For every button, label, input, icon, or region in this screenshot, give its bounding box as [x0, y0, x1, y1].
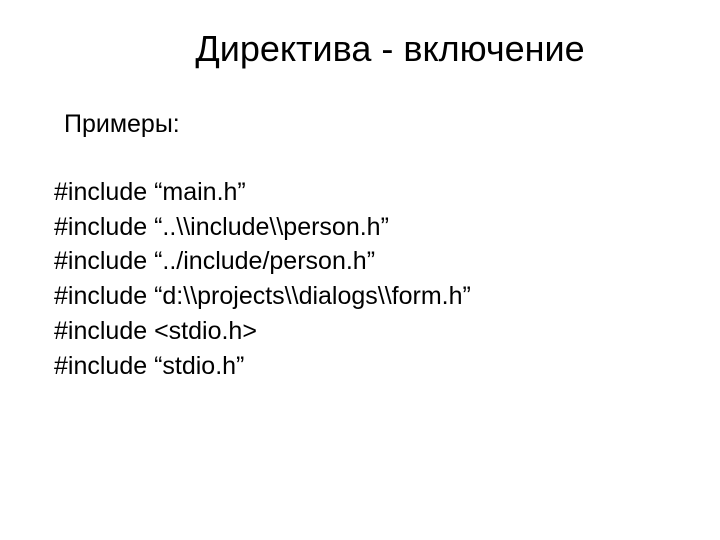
code-line: #include <stdio.h>	[54, 315, 666, 349]
code-line: #include “stdio.h”	[54, 350, 666, 384]
slide-content: Примеры: #include “main.h” #include “..\…	[54, 108, 666, 383]
code-line: #include “../include/person.h”	[54, 245, 666, 279]
subheading: Примеры:	[54, 108, 666, 142]
code-line: #include “main.h”	[54, 176, 666, 210]
code-line: #include “..\\include\\person.h”	[54, 211, 666, 245]
code-line: #include “d:\\projects\\dialogs\\form.h”	[54, 280, 666, 314]
slide-title: Директива - включение	[114, 28, 666, 70]
slide: Директива - включение Примеры: #include …	[0, 0, 720, 540]
